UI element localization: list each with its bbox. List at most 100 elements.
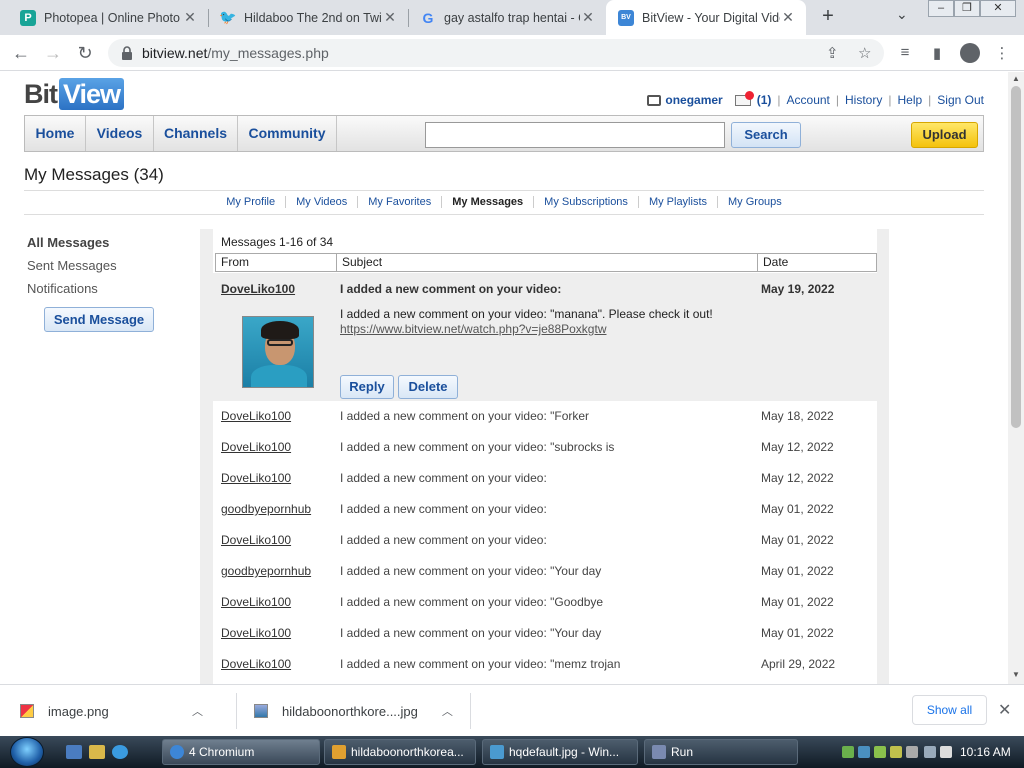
window-close-button[interactable]: ✕ [980, 0, 1016, 17]
tray-app-icon[interactable] [890, 746, 902, 758]
tray-app-icon[interactable] [858, 746, 870, 758]
taskbar-clock[interactable]: 10:16 AM [960, 745, 1011, 759]
show-desktop-icon[interactable] [66, 745, 82, 759]
scroll-down-icon[interactable]: ▼ [1012, 670, 1020, 679]
subnav-my-messages[interactable]: My Messages [441, 196, 533, 208]
profile-avatar-icon[interactable] [960, 43, 980, 63]
delete-button[interactable]: Delete [398, 375, 458, 399]
side-panel-icon[interactable]: ▮ [927, 44, 947, 62]
row-sender-link[interactable]: DoveLiko100 [221, 401, 291, 432]
header-from[interactable]: From [216, 254, 337, 271]
table-row[interactable]: DoveLiko100 I added a new comment on you… [213, 463, 877, 494]
tray-app-icon[interactable] [906, 746, 918, 758]
share-icon[interactable]: ⇪ [826, 44, 839, 62]
page-scrollbar[interactable]: ▲ ▼ [1008, 72, 1024, 684]
forward-arrow-icon[interactable]: → [42, 42, 64, 64]
sender-avatar[interactable] [242, 316, 314, 388]
subnav-my-favorites[interactable]: My Favorites [357, 196, 441, 208]
chevron-down-icon[interactable]: ⌄ [896, 6, 908, 23]
header-subject[interactable]: Subject [337, 254, 758, 271]
close-icon[interactable]: ✕ [382, 9, 398, 26]
internet-explorer-icon[interactable] [112, 745, 128, 759]
send-message-button[interactable]: Send Message [44, 307, 154, 332]
row-subject[interactable]: I added a new comment on your video: [340, 525, 547, 556]
message-sender-link[interactable]: DoveLiko100 [221, 282, 295, 296]
task-image-viewer[interactable]: hildaboonorthkorea... [324, 739, 476, 765]
subnav-my-subscriptions[interactable]: My Subscriptions [533, 196, 638, 208]
tab-photopea[interactable]: P Photopea | Online Photo Editor ✕ [8, 0, 208, 35]
nav-videos[interactable]: Videos [86, 116, 154, 151]
nav-home[interactable]: Home [25, 116, 86, 151]
row-subject[interactable]: I added a new comment on your video: "su… [340, 432, 614, 463]
media-queue-icon[interactable]: ≡ [895, 44, 915, 61]
subnav-my-profile[interactable]: My Profile [216, 196, 285, 208]
row-sender-link[interactable]: goodbyepornhub [221, 494, 311, 525]
volume-muted-icon[interactable] [940, 746, 952, 758]
network-icon[interactable] [924, 746, 936, 758]
search-button[interactable]: Search [731, 122, 801, 148]
sidebar-item-notifications[interactable]: Notifications [27, 280, 117, 303]
help-link[interactable]: Help [897, 93, 922, 107]
row-sender-link[interactable]: DoveLiko100 [221, 649, 291, 680]
task-photo-viewer[interactable]: hqdefault.jpg - Win... [482, 739, 638, 765]
mail-count-link[interactable]: (1) [757, 93, 772, 107]
tab-google[interactable]: G gay astalfo trap hentai - Google ✕ [408, 0, 606, 35]
tray-app-icon[interactable] [842, 746, 854, 758]
task-run[interactable]: Run [644, 739, 798, 765]
table-row[interactable]: goodbyepornhub I added a new comment on … [213, 556, 877, 587]
upload-button[interactable]: Upload [911, 122, 978, 148]
table-row[interactable]: DoveLiko100 I added a new comment on you… [213, 618, 877, 649]
new-tab-button[interactable]: + [816, 5, 840, 29]
history-link[interactable]: History [845, 93, 882, 107]
row-subject[interactable]: I added a new comment on your video: [340, 463, 547, 494]
sign-out-link[interactable]: Sign Out [937, 93, 984, 107]
nav-channels[interactable]: Channels [154, 116, 238, 151]
tray-app-icon[interactable] [874, 746, 886, 758]
close-icon[interactable]: ✕ [182, 9, 198, 26]
table-row[interactable]: DoveLiko100 I added a new comment on you… [213, 525, 877, 556]
task-chromium[interactable]: 4 Chromium [162, 739, 320, 765]
restore-button[interactable]: ❐ [954, 0, 980, 17]
table-row[interactable]: goodbyepornhub I added a new comment on … [213, 494, 877, 525]
close-icon[interactable]: ✕ [580, 9, 596, 26]
subnav-my-groups[interactable]: My Groups [717, 196, 792, 208]
username-link[interactable]: onegamer [665, 93, 722, 107]
header-date[interactable]: Date [758, 254, 876, 271]
mail-icon[interactable] [734, 90, 754, 106]
subnav-my-videos[interactable]: My Videos [285, 196, 357, 208]
row-sender-link[interactable]: DoveLiko100 [221, 463, 291, 494]
nav-community[interactable]: Community [238, 116, 337, 151]
row-sender-link[interactable]: DoveLiko100 [221, 525, 291, 556]
star-icon[interactable]: ☆ [858, 44, 871, 62]
row-subject[interactable]: I added a new comment on your video: [340, 494, 547, 525]
scroll-up-icon[interactable]: ▲ [1012, 74, 1020, 83]
bitview-logo[interactable]: Bit View [24, 78, 125, 110]
sidebar-item-sent-messages[interactable]: Sent Messages [27, 257, 117, 280]
row-sender-link[interactable]: DoveLiko100 [221, 618, 291, 649]
close-icon[interactable]: ✕ [998, 700, 1011, 720]
search-input[interactable] [425, 122, 725, 148]
explorer-icon[interactable] [89, 745, 105, 759]
chevron-up-icon[interactable]: ︿ [442, 703, 453, 719]
show-all-button[interactable]: Show all [912, 695, 987, 725]
download-item[interactable]: hildaboonorthkore....jpg ︿ [254, 685, 468, 737]
scroll-thumb[interactable] [1011, 86, 1021, 428]
address-bar[interactable]: bitview.net/my_messages.php ⇪ ☆ [108, 39, 884, 67]
sidebar-item-all-messages[interactable]: All Messages [27, 234, 117, 257]
table-row[interactable]: DoveLiko100 I added a new comment on you… [213, 432, 877, 463]
download-item[interactable]: image.png ︿ [20, 685, 230, 737]
close-icon[interactable]: ✕ [780, 9, 796, 26]
table-row[interactable]: DoveLiko100 I added a new comment on you… [213, 401, 877, 432]
start-button[interactable] [10, 737, 44, 767]
tab-bitview[interactable]: BV BitView - Your Digital Video Reposito… [606, 0, 806, 35]
minimize-button[interactable]: – [928, 0, 954, 17]
reload-icon[interactable]: ↻ [74, 42, 96, 64]
row-sender-link[interactable]: goodbyepornhub [221, 556, 311, 587]
reply-button[interactable]: Reply [340, 375, 394, 399]
row-subject[interactable]: I added a new comment on your video: "Yo… [340, 556, 601, 587]
kebab-menu-icon[interactable]: ⋮ [992, 44, 1012, 62]
row-sender-link[interactable]: DoveLiko100 [221, 432, 291, 463]
message-video-link[interactable]: https://www.bitview.net/watch.php?v=je88… [340, 322, 606, 336]
table-row[interactable]: DoveLiko100 I added a new comment on you… [213, 587, 877, 618]
account-link[interactable]: Account [787, 93, 830, 107]
